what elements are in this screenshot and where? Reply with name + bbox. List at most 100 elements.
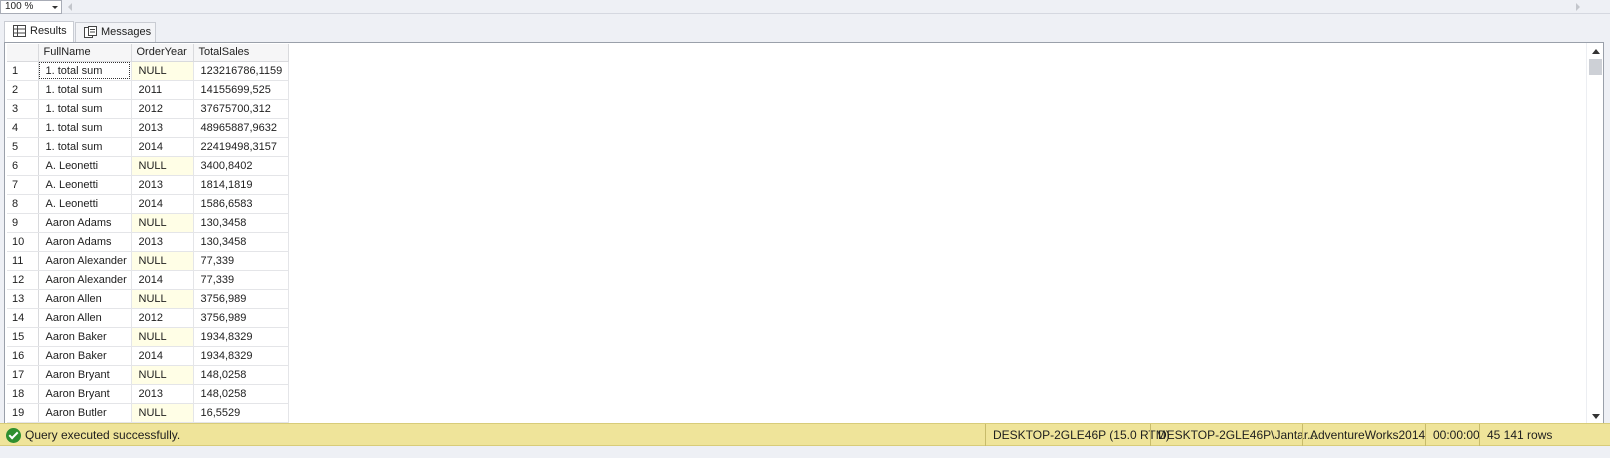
cell-orderyear[interactable]: 2014 <box>131 270 194 290</box>
cell-fullname[interactable]: A. Leonetti <box>38 156 132 176</box>
cell-orderyear[interactable]: 2012 <box>131 99 194 119</box>
cell-totalsales[interactable]: 148,0258 <box>193 365 289 385</box>
cell-fullname[interactable]: A. Leonetti <box>38 175 132 195</box>
cell-fullname[interactable]: Aaron Alexander <box>38 270 132 290</box>
cell-fullname[interactable]: Aaron Baker <box>38 327 132 347</box>
scrollbar-thumb[interactable] <box>1589 59 1602 75</box>
cell-orderyear[interactable]: 2014 <box>131 137 194 157</box>
table-row[interactable]: 5 1. total sum 2014 22419498,3157 <box>7 137 289 157</box>
cell-orderyear[interactable]: NULL <box>131 213 194 233</box>
success-check-icon <box>6 428 21 443</box>
table-row[interactable]: 13 Aaron Allen NULL 3756,989 <box>7 289 289 309</box>
cell-fullname[interactable]: Aaron Alexander <box>38 251 132 271</box>
table-row[interactable]: 14 Aaron Allen 2012 3756,989 <box>7 308 289 328</box>
table-row[interactable]: 15 Aaron Baker NULL 1934,8329 <box>7 327 289 347</box>
table-row[interactable]: 11 Aaron Alexander NULL 77,339 <box>7 251 289 271</box>
cell-totalsales[interactable]: 1934,8329 <box>193 327 289 347</box>
cell-orderyear[interactable]: NULL <box>131 327 194 347</box>
tab-results-label: Results <box>30 25 67 37</box>
cell-totalsales[interactable]: 1934,8329 <box>193 346 289 366</box>
row-number: 3 <box>7 99 39 119</box>
cell-orderyear[interactable]: 2014 <box>131 194 194 214</box>
cell-orderyear[interactable]: NULL <box>131 251 194 271</box>
tab-messages[interactable]: Messages <box>75 22 156 42</box>
cell-fullname[interactable]: 1. total sum <box>38 137 132 157</box>
table-row[interactable]: 9 Aaron Adams NULL 130,3458 <box>7 213 289 233</box>
cell-fullname[interactable]: A. Leonetti <box>38 194 132 214</box>
column-header-fullname[interactable]: FullName <box>38 44 132 62</box>
cell-totalsales[interactable]: 148,0258 <box>193 384 289 404</box>
row-number: 8 <box>7 194 39 214</box>
cell-orderyear[interactable]: 2014 <box>131 346 194 366</box>
table-row[interactable]: 2 1. total sum 2011 14155699,525 <box>7 80 289 100</box>
cell-fullname[interactable]: Aaron Baker <box>38 346 132 366</box>
cell-orderyear[interactable]: NULL <box>131 365 194 385</box>
cell-orderyear[interactable]: 2013 <box>131 175 194 195</box>
cell-fullname[interactable]: 1. total sum <box>38 99 132 119</box>
cell-totalsales[interactable]: 123216786,1159 <box>193 61 289 81</box>
cell-orderyear[interactable]: 2013 <box>131 118 194 138</box>
table-row[interactable]: 12 Aaron Alexander 2014 77,339 <box>7 270 289 290</box>
cell-totalsales[interactable]: 37675700,312 <box>193 99 289 119</box>
cell-orderyear[interactable]: NULL <box>131 403 194 423</box>
column-header-orderyear[interactable]: OrderYear <box>131 44 194 62</box>
cell-fullname[interactable]: 1. total sum <box>38 61 132 81</box>
table-row[interactable]: 3 1. total sum 2012 37675700,312 <box>7 99 289 119</box>
cell-fullname[interactable]: Aaron Allen <box>38 308 132 328</box>
cell-orderyear[interactable]: 2011 <box>131 80 194 100</box>
cell-orderyear[interactable]: 2012 <box>131 308 194 328</box>
status-database: AdventureWorks2014 <box>1302 424 1425 446</box>
cell-orderyear[interactable]: NULL <box>131 289 194 309</box>
table-row[interactable]: 6 A. Leonetti NULL 3400,8402 <box>7 156 289 176</box>
column-header-totalsales[interactable]: TotalSales <box>193 44 289 62</box>
grid-icon <box>13 25 26 37</box>
cell-totalsales[interactable]: 22419498,3157 <box>193 137 289 157</box>
table-row[interactable]: 7 A. Leonetti 2013 1814,1819 <box>7 175 289 195</box>
status-elapsed: 00:00:00 <box>1425 424 1480 446</box>
table-row[interactable]: 4 1. total sum 2013 48965887,9632 <box>7 118 289 138</box>
cell-fullname[interactable]: Aaron Allen <box>38 289 132 309</box>
cell-totalsales[interactable]: 1814,1819 <box>193 175 289 195</box>
cell-fullname[interactable]: Aaron Bryant <box>38 365 132 385</box>
vertical-scrollbar[interactable] <box>1586 43 1603 425</box>
cell-fullname[interactable]: 1. total sum <box>38 118 132 138</box>
cell-fullname[interactable]: 1. total sum <box>38 80 132 100</box>
cell-totalsales[interactable]: 77,339 <box>193 251 289 271</box>
cell-orderyear[interactable]: NULL <box>131 156 194 176</box>
scroll-down-icon[interactable] <box>1592 414 1600 419</box>
cell-totalsales[interactable]: 48965887,9632 <box>193 118 289 138</box>
table-row[interactable]: 18 Aaron Bryant 2013 148,0258 <box>7 384 289 404</box>
scroll-up-icon[interactable] <box>1592 49 1600 54</box>
cell-totalsales[interactable]: 3756,989 <box>193 308 289 328</box>
cell-orderyear[interactable]: 2013 <box>131 232 194 252</box>
table-row[interactable]: 19 Aaron Butler NULL 16,5529 <box>7 403 289 423</box>
table-row[interactable]: 17 Aaron Bryant NULL 148,0258 <box>7 365 289 385</box>
cell-fullname[interactable]: Aaron Bryant <box>38 384 132 404</box>
cell-totalsales[interactable]: 16,5529 <box>193 403 289 423</box>
zoom-bar: 100 % <box>0 0 1610 14</box>
cell-totalsales[interactable]: 3756,989 <box>193 289 289 309</box>
scroll-left-icon[interactable] <box>68 3 72 11</box>
cell-totalsales[interactable]: 130,3458 <box>193 232 289 252</box>
table-row[interactable]: 1 1. total sum NULL 123216786,1159 <box>7 61 289 81</box>
cell-fullname[interactable]: Aaron Adams <box>38 232 132 252</box>
cell-totalsales[interactable]: 130,3458 <box>193 213 289 233</box>
zoom-dropdown[interactable]: 100 % <box>0 0 62 14</box>
chevron-down-icon[interactable] <box>52 6 58 9</box>
cell-fullname[interactable]: Aaron Butler <box>38 403 132 423</box>
cell-orderyear[interactable]: 2013 <box>131 384 194 404</box>
status-row-count: 45 141 rows <box>1479 424 1552 446</box>
cell-orderyear[interactable]: NULL <box>131 61 194 81</box>
cell-totalsales[interactable]: 14155699,525 <box>193 80 289 100</box>
table-row[interactable]: 16 Aaron Baker 2014 1934,8329 <box>7 346 289 366</box>
cell-totalsales[interactable]: 77,339 <box>193 270 289 290</box>
cell-totalsales[interactable]: 1586,6583 <box>193 194 289 214</box>
cell-fullname[interactable]: Aaron Adams <box>38 213 132 233</box>
table-row[interactable]: 10 Aaron Adams 2013 130,3458 <box>7 232 289 252</box>
cell-totalsales[interactable]: 3400,8402 <box>193 156 289 176</box>
row-number: 18 <box>7 384 39 404</box>
table-row[interactable]: 8 A. Leonetti 2014 1586,6583 <box>7 194 289 214</box>
row-number: 6 <box>7 156 39 176</box>
tab-results[interactable]: Results <box>4 21 74 42</box>
scroll-right-icon[interactable] <box>1576 3 1580 11</box>
